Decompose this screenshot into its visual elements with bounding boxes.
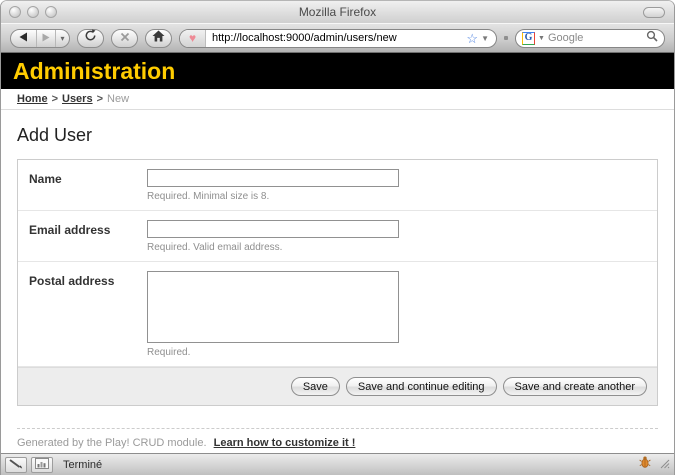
page-viewport: Administration Home > Users > New Add Us… [1,53,674,453]
stop-icon [120,29,130,47]
chevron-down-icon: ▾ [60,34,64,43]
search-icon[interactable] [646,29,658,47]
zoom-window-button[interactable] [45,6,57,18]
add-user-form: Name Required. Minimal size is 8. Email … [17,159,658,406]
postal-address-label: Postal address [29,271,147,358]
email-field[interactable] [147,220,399,238]
crud-footer-link[interactable]: Learn how to customize it ! [214,437,356,449]
breadcrumb-link-home[interactable]: Home [17,93,48,105]
name-field[interactable] [147,169,399,187]
back-icon [19,29,28,47]
forward-button[interactable] [37,30,56,47]
name-label: Name [29,169,147,202]
browser-toolbar: ▾ ♥ ☆ ▼ G ▼ [1,23,674,53]
crud-footer-text: Generated by the Play! CRUD module. [17,437,207,449]
window-title: Mozilla Firefox [1,5,674,19]
home-icon [152,29,165,47]
page-title: Add User [17,125,658,146]
form-row-postal-address: Postal address Required. [18,262,657,367]
minimize-window-button[interactable] [27,6,39,18]
traffic-lights [9,6,57,18]
status-chart-button[interactable] [31,457,53,473]
search-box: G ▼ [515,29,665,48]
status-bar: Terminé [1,453,674,475]
save-and-create-another-button[interactable]: Save and create another [503,377,647,396]
back-button[interactable] [11,30,37,47]
breadcrumb: Home > Users > New [1,89,674,110]
postal-address-help-text: Required. [147,347,399,358]
breadcrumb-separator: > [97,93,103,105]
stop-button[interactable] [111,29,138,48]
postal-address-field[interactable] [147,271,399,343]
breadcrumb-current: New [107,93,129,105]
search-input[interactable] [548,32,643,44]
email-help-text: Required. Valid email address. [147,242,399,253]
admin-header: Administration [1,53,674,89]
toolbar-separator-dot [504,36,508,40]
url-dropdown-icon[interactable]: ▼ [481,34,489,43]
home-button[interactable] [145,29,172,48]
save-button[interactable]: Save [291,377,340,396]
status-text: Terminé [63,459,634,471]
forward-icon [42,29,50,47]
admin-header-title: Administration [13,58,175,85]
favicon-heart-icon: ♥ [180,30,206,47]
reload-icon [84,29,97,47]
toolbar-toggle-pill[interactable] [643,7,665,18]
search-engine-dropdown-icon[interactable]: ▼ [538,35,545,42]
mini-bar-chart-icon [35,456,49,474]
form-row-email: Email address Required. Valid email addr… [18,211,657,262]
email-label: Email address [29,220,147,253]
reload-button[interactable] [77,29,104,48]
url-input[interactable] [206,30,466,47]
url-bar: ♥ ☆ ▼ [179,29,497,48]
back-forward-group: ▾ [10,29,70,48]
pencil-icon [9,456,23,474]
form-row-name: Name Required. Minimal size is 8. [18,160,657,211]
resize-grip[interactable] [657,456,670,474]
save-and-continue-editing-button[interactable]: Save and continue editing [346,377,497,396]
history-dropdown-button[interactable]: ▾ [56,30,69,47]
bookmark-star-icon[interactable]: ☆ [466,32,478,45]
crud-footer: Generated by the Play! CRUD module. Lear… [17,428,658,453]
breadcrumb-link-users[interactable]: Users [62,93,93,105]
breadcrumb-separator: > [52,93,58,105]
firebug-icon[interactable] [638,455,652,474]
google-logo-icon[interactable]: G [522,32,535,45]
window-titlebar: Mozilla Firefox [1,1,674,23]
status-pen-button[interactable] [5,457,27,473]
statusbar-right [638,455,670,474]
content-area: Add User Name Required. Minimal size is … [1,110,674,453]
form-actions-bar: Save Save and continue editing Save and … [18,367,657,405]
close-window-button[interactable] [9,6,21,18]
browser-window: Mozilla Firefox ▾ ♥ ☆ [0,0,675,475]
name-help-text: Required. Minimal size is 8. [147,191,399,202]
